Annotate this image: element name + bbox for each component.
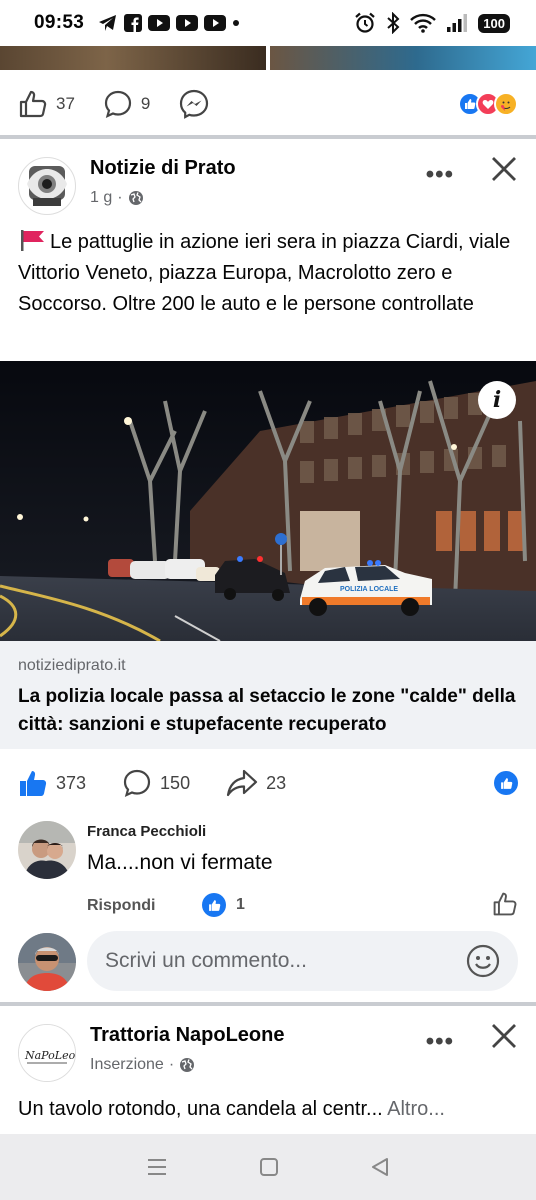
see-more-link[interactable]: Altro... <box>387 1098 445 1120</box>
notification-icons <box>98 14 240 32</box>
telegram-icon <box>99 15 117 31</box>
comment-button[interactable]: 9 <box>103 89 150 119</box>
hide-post-button[interactable] <box>488 153 520 185</box>
comment-like-button[interactable] <box>492 891 518 922</box>
post-meta: Inserzione · <box>90 1056 195 1074</box>
thumbs-up-icon <box>19 90 47 118</box>
status-time: 09:53 <box>34 12 85 33</box>
like-button[interactable]: 37 <box>18 89 75 119</box>
close-icon <box>492 1024 516 1048</box>
comment-composer: Scrivi un commento... <box>18 931 518 991</box>
previous-post-actions: 37 9 <box>18 84 518 124</box>
feed-post: NaPoLeone Trattoria NapoLeone Inserzione… <box>0 1006 536 1134</box>
more-options-button[interactable]: ••• <box>426 161 454 189</box>
share-button[interactable]: 23 <box>226 768 286 798</box>
post-meta: 1 g · <box>90 189 144 207</box>
post-header: Notizie di Prato 1 g · ••• <box>0 139 536 215</box>
comment-like-count: 1 <box>236 896 245 913</box>
youtube-icon <box>148 15 171 31</box>
home-button[interactable] <box>259 1157 279 1177</box>
sponsored-label: Inserzione <box>90 1056 164 1073</box>
care-reaction-icon <box>494 92 518 116</box>
feed-post: Notizie di Prato 1 g · ••• Le pattuglie … <box>0 139 536 999</box>
thumbs-up-filled-icon <box>20 771 47 796</box>
like-button[interactable]: 373 <box>18 768 86 798</box>
link-title: La polizia locale passa al setaccio le z… <box>18 686 516 735</box>
hide-post-button[interactable] <box>488 1020 520 1052</box>
like-count: 37 <box>56 94 75 113</box>
post-text: Un tavolo rotondo, una candela al centr.… <box>18 1098 518 1121</box>
comment-count: 150 <box>160 772 191 793</box>
comment-count: 9 <box>140 94 151 113</box>
signal-icon <box>447 14 468 32</box>
post-photo[interactable]: POLIZIA LOCALE i <box>0 361 536 641</box>
commenter-avatar[interactable] <box>18 821 76 879</box>
user-avatar[interactable] <box>18 933 76 991</box>
post-age: 1 g <box>90 189 113 206</box>
car-livery-text: POLIZIA LOCALE <box>340 586 398 593</box>
meta-dot: · <box>117 189 123 206</box>
comment-text: Ma....non vi fermate <box>87 851 273 874</box>
like-reaction-icon[interactable] <box>494 771 518 795</box>
globe-icon <box>128 191 143 205</box>
previous-post-image[interactable] <box>0 46 266 70</box>
reaction-summary[interactable] <box>458 92 518 116</box>
like-reaction-icon <box>202 893 226 917</box>
post-text-content: Un tavolo rotondo, una candela al centr.… <box>18 1098 383 1120</box>
reply-button[interactable]: Rispondi <box>87 897 155 915</box>
share-icon <box>226 769 258 797</box>
youtube-icon <box>176 15 199 31</box>
more-options-button[interactable]: ••• <box>426 1028 454 1056</box>
messenger-icon <box>180 89 209 119</box>
more-notifications-icon <box>233 20 240 26</box>
youtube-icon <box>204 15 227 31</box>
messenger-share-button[interactable] <box>178 88 210 120</box>
page-avatar[interactable] <box>18 157 76 215</box>
page-name[interactable]: Trattoria NapoLeone <box>90 1024 284 1047</box>
post-header: NaPoLeone Trattoria NapoLeone Inserzione… <box>0 1006 536 1082</box>
commenter-name[interactable]: Franca Pecchioli <box>87 823 206 840</box>
info-button[interactable]: i <box>478 381 516 419</box>
bluetooth-icon <box>387 12 400 34</box>
comment: Franca Pecchioli Ma....non vi fermate Ri… <box>18 821 518 921</box>
emoji-icon[interactable] <box>466 944 500 978</box>
comment-input[interactable]: Scrivi un commento... <box>87 931 518 991</box>
night-street-scene: POLIZIA LOCALE <box>0 361 536 641</box>
comment-input-placeholder: Scrivi un commento... <box>105 949 307 972</box>
battery-indicator: 100 <box>478 13 510 33</box>
meta-dot: · <box>168 1056 175 1073</box>
previous-post-images[interactable] <box>0 46 536 70</box>
red-flag-icon <box>21 230 44 251</box>
wifi-icon <box>410 13 437 33</box>
logo-text: NaPoLeone <box>24 1049 75 1062</box>
previous-post-image[interactable] <box>270 46 536 70</box>
system-icons: 100 <box>354 12 510 34</box>
share-count: 23 <box>266 772 287 793</box>
post-actions: 373 150 23 <box>18 763 518 803</box>
link-preview[interactable]: notiziediprato.it La polizia locale pass… <box>0 641 536 749</box>
page-name[interactable]: Notizie di Prato <box>90 157 236 180</box>
post-text-content: Le pattuglie in azione ieri sera in piaz… <box>18 231 511 315</box>
page-avatar[interactable]: NaPoLeone <box>18 1024 76 1082</box>
recent-apps-button[interactable] <box>146 1157 168 1177</box>
comment-button[interactable]: 150 <box>122 768 190 798</box>
comment-icon <box>123 769 151 797</box>
link-domain: notiziediprato.it <box>18 657 126 674</box>
facebook-icon <box>124 14 143 32</box>
comment-reactions[interactable]: 1 <box>202 893 245 917</box>
status-bar: 09:53 100 <box>0 0 536 46</box>
comment-icon <box>104 90 132 118</box>
like-count: 373 <box>56 772 87 793</box>
back-button[interactable] <box>370 1157 390 1177</box>
globe-icon <box>180 1058 195 1072</box>
system-navigation-bar <box>0 1134 536 1200</box>
alarm-icon <box>355 12 376 33</box>
close-icon <box>492 157 516 181</box>
thumbs-up-icon <box>493 892 517 916</box>
post-text: Le pattuglie in azione ieri sera in piaz… <box>18 227 518 320</box>
